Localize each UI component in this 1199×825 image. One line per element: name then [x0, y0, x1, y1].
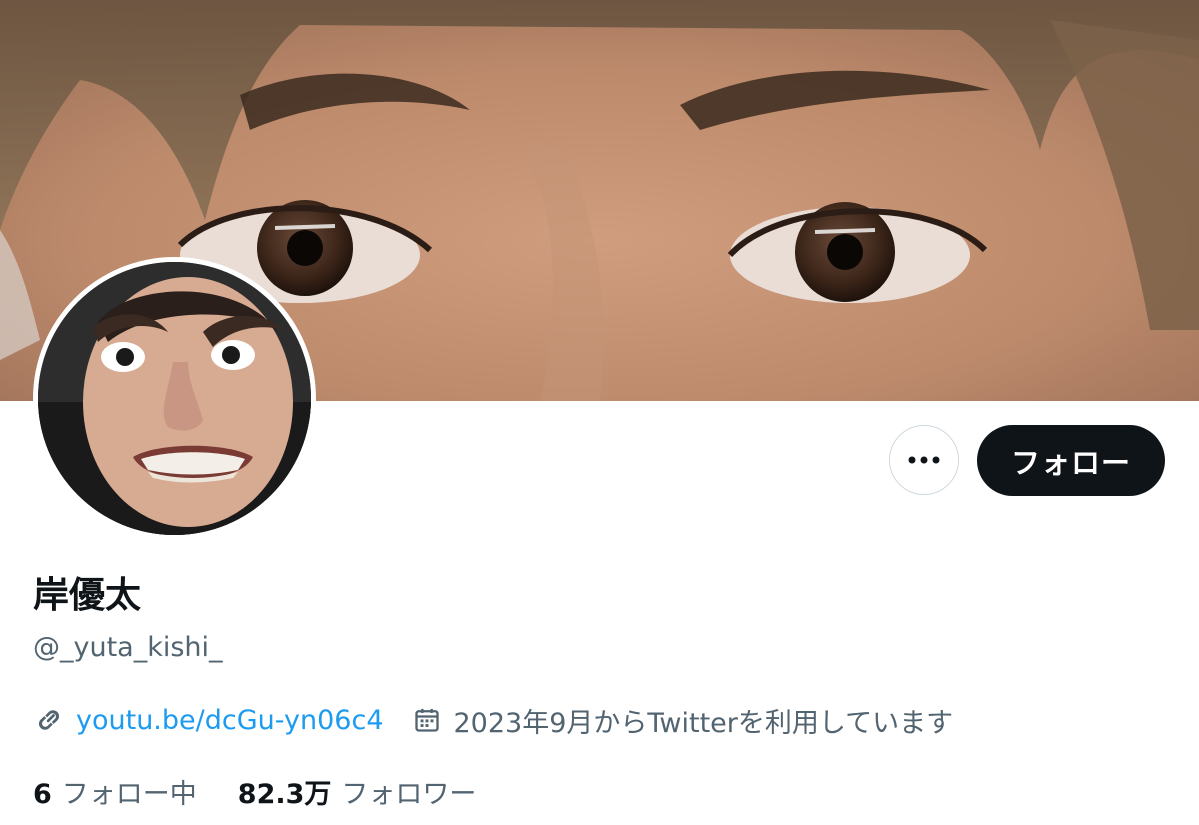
- profile-avatar[interactable]: [33, 257, 316, 540]
- more-options-button[interactable]: [889, 425, 959, 495]
- display-name: 岸優太: [33, 575, 142, 616]
- profile-website-link[interactable]: youtu.be/dcGu-yn06c4: [33, 704, 384, 736]
- followers-count: 82.3万: [237, 778, 332, 810]
- profile-page: フォロー 岸優太 @_yuta_kishi_ youtu.be/dcGu-yn0…: [0, 0, 1199, 825]
- followers-stat[interactable]: 82.3万 フォロワー: [238, 772, 477, 811]
- avatar-image: [38, 262, 311, 535]
- follow-button[interactable]: フォロー: [977, 425, 1165, 496]
- following-stat[interactable]: 6 フォロー中: [33, 772, 197, 811]
- calendar-icon: [414, 708, 439, 732]
- profile-stats-row: 6 フォロー中 82.3万 フォロワー: [33, 771, 476, 811]
- more-dots-icon: [908, 456, 940, 464]
- user-handle: @_yuta_kishi_: [33, 632, 223, 663]
- following-label: フォロー中: [61, 778, 197, 810]
- followers-label: フォロワー: [341, 778, 477, 810]
- profile-meta-row: youtu.be/dcGu-yn06c4 2023年9月からTwitterを利用…: [33, 700, 953, 740]
- joined-date-text: 2023年9月からTwitterを利用しています: [453, 707, 954, 739]
- joined-date: 2023年9月からTwitterを利用しています: [413, 701, 954, 740]
- link-icon: [38, 710, 60, 730]
- profile-website-text[interactable]: youtu.be/dcGu-yn06c4: [76, 705, 384, 736]
- following-count: 6: [33, 778, 52, 810]
